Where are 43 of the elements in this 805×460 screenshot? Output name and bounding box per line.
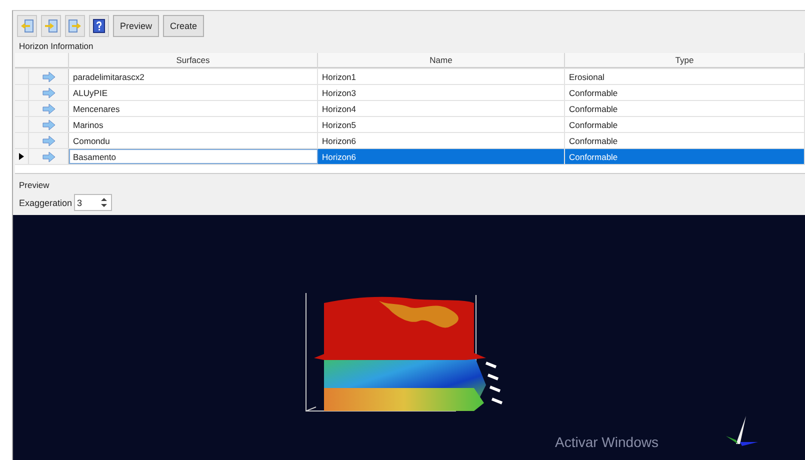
table-cell: Horizon5 [318,117,565,132]
exaggeration-spinbox[interactable]: 3 [74,194,112,211]
arrow-icon [42,86,56,98]
table-cell: Basamento [69,149,318,164]
arrow-icon [42,134,56,146]
arrow-icon [42,118,56,130]
help-button[interactable] [89,15,109,37]
section-title: Preview [18,179,50,192]
table-cell: Conformable [565,101,805,116]
column-header[interactable]: Surfaces [69,53,318,68]
table-arrow-icon [20,19,34,33]
table-cell: Erosional [565,69,805,84]
field-label: Exaggeration [19,198,72,208]
activation-notice: Activar Windows [555,434,658,450]
table-cell: Conformable [565,117,805,132]
toolbar-button[interactable] [17,15,37,37]
help-icon [93,19,105,33]
section-title: Horizon Information [18,40,94,53]
toolbar-button[interactable] [41,15,61,37]
column-header[interactable]: Name [318,53,565,68]
current-row-icon [19,153,24,160]
row-arrow-button[interactable] [29,85,69,100]
spin-arrows-icon [100,197,108,208]
table-arrow-icon [44,19,58,33]
table-cell: Horizon3 [318,85,565,100]
table-cell: Horizon6 [318,133,565,148]
arrow-icon [42,102,56,114]
table-arrow-icon [68,19,82,33]
toolbar-button[interactable]: Create [163,15,204,37]
column-header[interactable]: Type [565,53,805,68]
table-cell: Horizon1 [318,69,565,84]
table-cell: Horizon6 [318,149,565,164]
toolbar-button[interactable]: Preview [113,15,160,37]
arrow-icon [42,70,56,82]
row-arrow-button[interactable] [29,101,69,116]
row-arrow-button[interactable] [29,117,69,132]
table-cell: Horizon4 [318,101,565,116]
table-cell: Conformable [565,133,805,148]
table-cell: Conformable [565,149,805,164]
row-header[interactable] [15,149,29,164]
row-arrow-button[interactable] [29,69,69,84]
arrow-icon [42,150,56,162]
table-cell: Conformable [565,85,805,100]
